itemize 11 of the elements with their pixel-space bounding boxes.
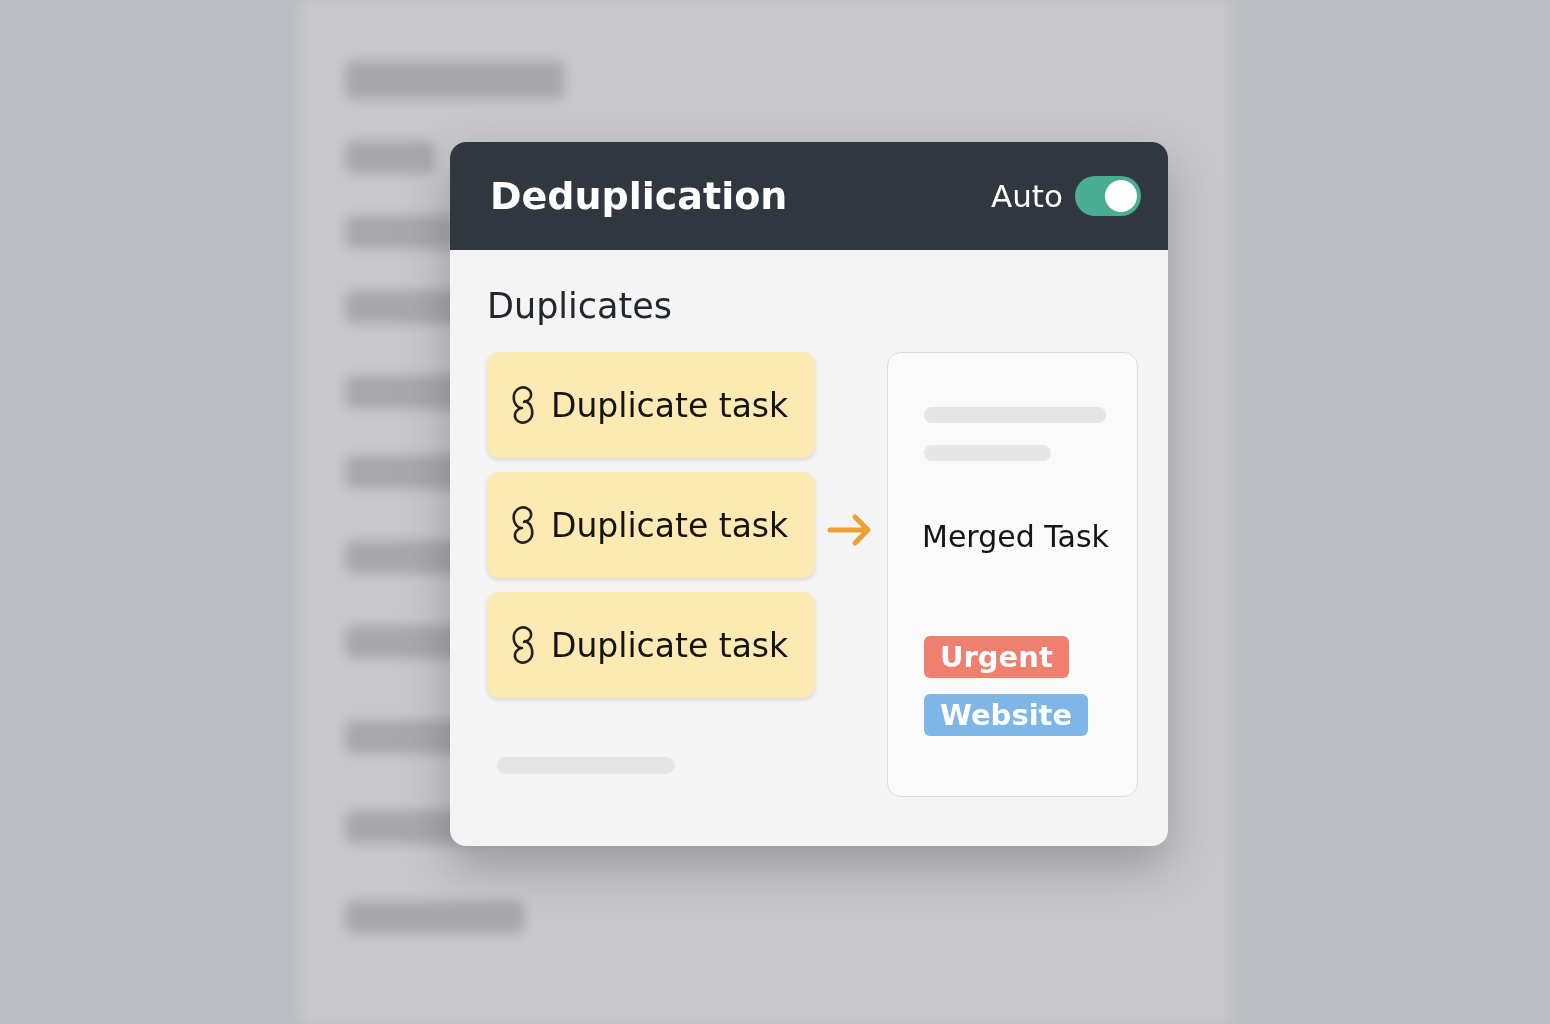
auto-label: Auto — [991, 178, 1063, 214]
duplicate-card[interactable]: Duplicate task — [487, 592, 815, 698]
arrow-icon — [827, 512, 873, 548]
tag: Website — [924, 694, 1089, 736]
section-title: Duplicates — [487, 286, 673, 326]
dialog-title: Deduplication — [490, 174, 788, 218]
duplicate-card[interactable]: Duplicate task — [487, 472, 815, 578]
tag: Urgent — [924, 636, 1069, 678]
duplicate-card[interactable]: Duplicate task — [487, 352, 815, 458]
auto-toggle[interactable] — [1075, 176, 1141, 216]
merged-title: Merged Task — [922, 519, 1110, 554]
